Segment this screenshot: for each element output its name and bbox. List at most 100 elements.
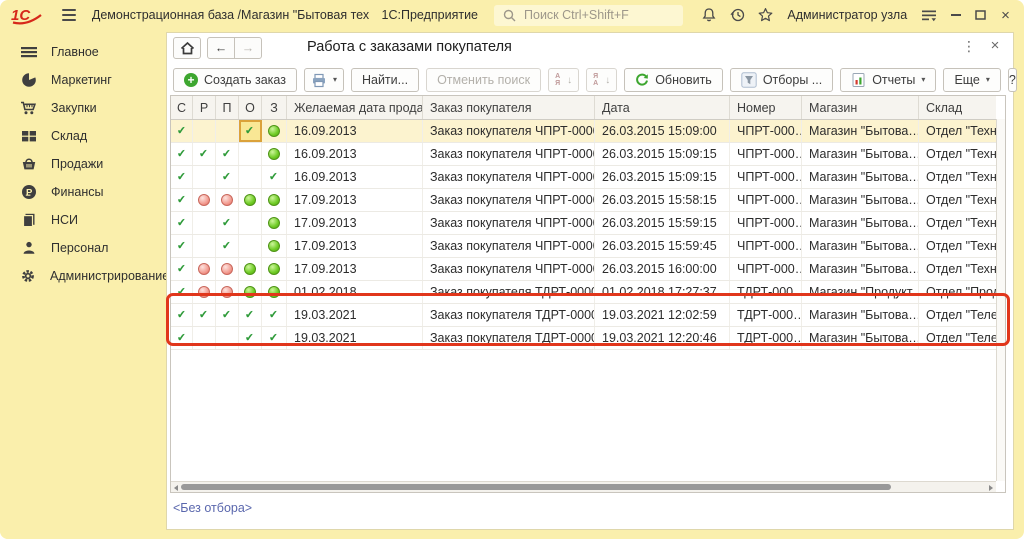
sidebar-item-purchases[interactable]: Закупки bbox=[0, 94, 166, 122]
table-cell[interactable]: Отдел "Техника д bbox=[919, 189, 996, 211]
table-cell[interactable]: 26.03.2015 15:59:45 bbox=[595, 235, 730, 257]
table-cell[interactable]: Отдел "Телевизо bbox=[919, 327, 996, 349]
status-cell[interactable] bbox=[216, 189, 239, 211]
status-cell[interactable] bbox=[193, 166, 216, 188]
favorites-star-icon[interactable] bbox=[755, 5, 775, 25]
table-row[interactable]: ✔✔17.09.2013Заказ покупателя ЧПРТ-00000…… bbox=[171, 212, 996, 235]
sidebar-item-main[interactable]: Главное bbox=[0, 38, 166, 66]
column-header[interactable]: П bbox=[216, 96, 239, 119]
status-cell[interactable] bbox=[193, 212, 216, 234]
table-row[interactable]: ✔✔✔✔✔19.03.2021Заказ покупателя ТДРТ-000… bbox=[171, 304, 996, 327]
close-window-button[interactable]: × bbox=[997, 5, 1014, 25]
sidebar-item-finance[interactable]: РФинансы bbox=[0, 178, 166, 206]
scroll-right-arrow-icon[interactable] bbox=[989, 485, 993, 491]
refresh-button[interactable]: Обновить bbox=[624, 68, 723, 92]
table-cell[interactable]: 17.09.2013 bbox=[287, 235, 423, 257]
table-cell[interactable]: Отдел "Техника д bbox=[919, 258, 996, 280]
table-cell[interactable]: 26.03.2015 15:09:15 bbox=[595, 143, 730, 165]
status-cell[interactable]: ✔ bbox=[239, 304, 262, 326]
status-cell[interactable] bbox=[193, 235, 216, 257]
table-cell[interactable]: Отдел "Техника д bbox=[919, 143, 996, 165]
column-header[interactable]: Р bbox=[193, 96, 216, 119]
status-cell[interactable] bbox=[262, 258, 287, 280]
column-header[interactable]: З bbox=[262, 96, 287, 119]
table-cell[interactable]: Магазин "Бытова… bbox=[802, 258, 919, 280]
table-cell[interactable]: ЧПРТ-000… bbox=[730, 258, 802, 280]
status-cell[interactable] bbox=[193, 120, 216, 142]
maximize-button[interactable] bbox=[972, 5, 989, 25]
status-cell[interactable]: ✔ bbox=[171, 304, 193, 326]
table-cell[interactable]: Магазин "Бытова… bbox=[802, 189, 919, 211]
table-cell[interactable]: ТДРТ-000… bbox=[730, 304, 802, 326]
filter-status-link[interactable]: <Без отбора> bbox=[173, 501, 252, 515]
sidebar-item-marketing[interactable]: Маркетинг bbox=[0, 66, 166, 94]
table-cell[interactable]: Магазин "Бытова… bbox=[802, 212, 919, 234]
sidebar-item-admin[interactable]: Администрирование bbox=[0, 262, 166, 290]
column-header[interactable]: Магазин bbox=[802, 96, 919, 119]
sort-descending-button[interactable]: ЯА↓ bbox=[586, 68, 617, 92]
table-cell[interactable]: ЧПРТ-000… bbox=[730, 212, 802, 234]
find-button[interactable]: Найти... bbox=[351, 68, 419, 92]
table-row[interactable]: ✔01.02.2018Заказ покупателя ТДРТ-000001…… bbox=[171, 281, 996, 304]
table-cell[interactable]: 16.09.2013 bbox=[287, 166, 423, 188]
table-cell[interactable]: Отдел "Техника д bbox=[919, 235, 996, 257]
table-cell[interactable]: 19.03.2021 bbox=[287, 327, 423, 349]
table-cell[interactable]: Магазин "Бытова… bbox=[802, 327, 919, 349]
form-close-icon[interactable]: × bbox=[987, 37, 1003, 54]
create-order-button[interactable]: + Создать заказ bbox=[173, 68, 297, 92]
table-cell[interactable]: Заказ покупателя ЧПРТ-00000… bbox=[423, 189, 595, 211]
table-row[interactable]: ✔✔✔19.03.2021Заказ покупателя ТДРТ-00000… bbox=[171, 327, 996, 350]
status-cell[interactable] bbox=[262, 143, 287, 165]
home-icon[interactable] bbox=[173, 37, 201, 59]
sidebar-item-staff[interactable]: Персонал bbox=[0, 234, 166, 262]
table-cell[interactable]: 16.09.2013 bbox=[287, 143, 423, 165]
column-header[interactable]: Склад bbox=[919, 96, 996, 119]
status-cell[interactable] bbox=[193, 327, 216, 349]
status-cell[interactable]: ✔ bbox=[171, 258, 193, 280]
status-cell[interactable]: ✔ bbox=[262, 327, 287, 349]
table-cell[interactable]: Отдел "Техника д bbox=[919, 166, 996, 188]
form-menu-dots-icon[interactable]: ⋮ bbox=[961, 38, 977, 55]
table-cell[interactable]: Заказ покупателя ЧПРТ-00000… bbox=[423, 235, 595, 257]
table-cell[interactable]: Заказ покупателя ЧПРТ-00000… bbox=[423, 212, 595, 234]
status-cell[interactable]: ✔ bbox=[193, 143, 216, 165]
horizontal-scrollbar[interactable] bbox=[171, 481, 996, 492]
status-cell[interactable] bbox=[239, 235, 262, 257]
table-cell[interactable]: Заказ покупателя ТДРТ-000001… bbox=[423, 304, 595, 326]
status-cell[interactable] bbox=[262, 212, 287, 234]
table-cell[interactable]: 01.02.2018 17:27:37 bbox=[595, 281, 730, 303]
vertical-scrollbar[interactable] bbox=[996, 119, 1005, 481]
status-cell[interactable]: ✔ bbox=[239, 327, 262, 349]
table-cell[interactable]: Магазин "Продукт… bbox=[802, 281, 919, 303]
status-cell[interactable]: ✔ bbox=[239, 120, 262, 142]
search-input[interactable] bbox=[522, 7, 675, 23]
service-settings-icon[interactable] bbox=[919, 5, 939, 25]
status-cell[interactable]: ✔ bbox=[193, 304, 216, 326]
more-button[interactable]: Еще ▾ bbox=[943, 68, 1000, 92]
table-cell[interactable]: ЧПРТ-000… bbox=[730, 143, 802, 165]
status-cell[interactable] bbox=[216, 120, 239, 142]
status-cell[interactable]: ✔ bbox=[171, 189, 193, 211]
table-cell[interactable]: ЧПРТ-000… bbox=[730, 189, 802, 211]
table-cell[interactable]: 19.03.2021 bbox=[287, 304, 423, 326]
sidebar-item-sales[interactable]: Продажи bbox=[0, 150, 166, 178]
horizontal-scrollbar-thumb[interactable] bbox=[181, 484, 891, 490]
table-row[interactable]: ✔17.09.2013Заказ покупателя ЧПРТ-00000…2… bbox=[171, 258, 996, 281]
status-cell[interactable]: ✔ bbox=[262, 304, 287, 326]
status-cell[interactable]: ✔ bbox=[216, 143, 239, 165]
current-user[interactable]: Администратор узла bbox=[787, 8, 907, 22]
status-cell[interactable] bbox=[193, 189, 216, 211]
column-header[interactable]: Желаемая дата продажи bbox=[287, 96, 423, 119]
table-cell[interactable]: Отдел "Продукть bbox=[919, 281, 996, 303]
column-header[interactable]: Номер bbox=[730, 96, 802, 119]
table-cell[interactable]: 01.02.2018 bbox=[287, 281, 423, 303]
history-icon[interactable] bbox=[727, 5, 747, 25]
status-cell[interactable]: ✔ bbox=[216, 304, 239, 326]
table-cell[interactable]: Заказ покупателя ЧПРТ-00000… bbox=[423, 143, 595, 165]
table-cell[interactable]: Отдел "Телевизо bbox=[919, 304, 996, 326]
sidebar-item-warehouse[interactable]: Склад bbox=[0, 122, 166, 150]
column-header[interactable]: Дата bbox=[595, 96, 730, 119]
global-search[interactable] bbox=[494, 5, 683, 26]
status-cell[interactable] bbox=[239, 166, 262, 188]
status-cell[interactable] bbox=[239, 212, 262, 234]
